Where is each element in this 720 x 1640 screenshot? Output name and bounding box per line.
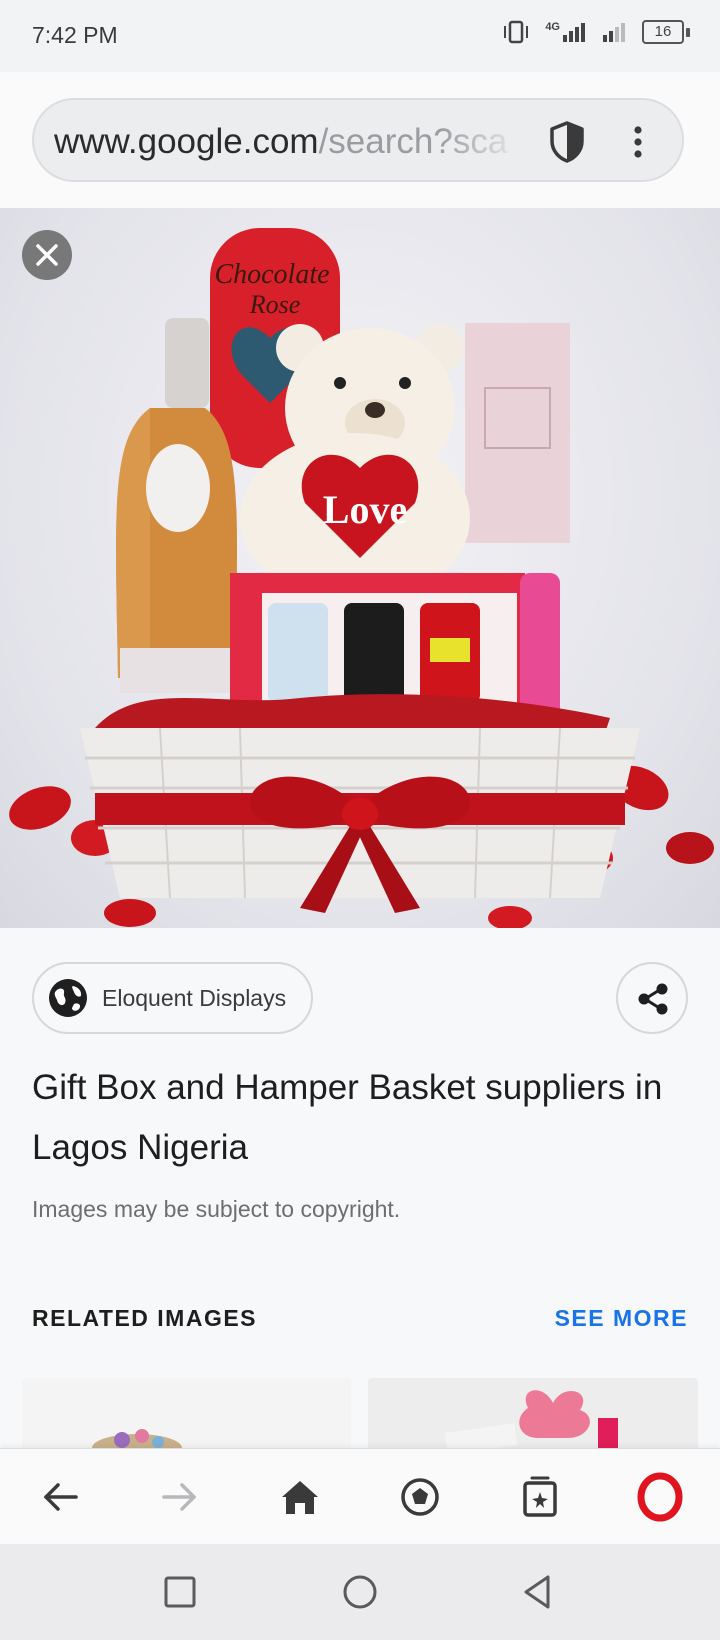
more-vert-icon[interactable] [626,124,650,160]
image-preview[interactable]: Chocolate Rose Love [0,208,720,928]
opera-menu-icon[interactable] [632,1469,688,1525]
related-image-thumbnail[interactable] [368,1378,698,1450]
shield-icon[interactable] [548,120,586,164]
url-path: /search?sca [318,122,508,161]
see-more-link[interactable]: SEE MORE [555,1305,688,1332]
related-image-2 [444,1390,618,1450]
close-icon [36,244,58,266]
browser-bottom-bar [0,1448,720,1545]
related-images-heading: RELATED IMAGES [32,1305,258,1331]
image-title[interactable]: Gift Box and Hamper Basket suppliers in … [32,1058,692,1178]
share-button[interactable] [616,962,688,1034]
close-button[interactable] [22,230,72,280]
back-icon[interactable] [32,1469,88,1525]
url-host: www.google.com [54,122,319,161]
status-time: 7:42 PM [32,22,118,48]
battery-level: 16 [642,20,684,44]
related-image-1 [92,1429,182,1450]
recents-icon[interactable] [160,1572,200,1612]
network-type: 4G [545,21,560,33]
globe-icon [49,979,87,1017]
back-triangle-icon[interactable] [518,1572,558,1612]
battery-icon: 16 [642,20,690,44]
svg-text:Love: Love [323,487,407,532]
home-circle-icon[interactable] [340,1572,380,1612]
vibrate-icon [504,20,529,44]
tabs-icon[interactable] [512,1469,568,1525]
status-bar: 7:42 PM 4G 16 [0,0,720,72]
copyright-note: Images may be subject to copyright. [32,1196,401,1222]
speed-dial-icon[interactable] [392,1469,448,1525]
source-chip[interactable]: Eloquent Displays [32,962,313,1034]
url-text[interactable]: www.google.com/search?sca [54,122,524,162]
svg-text:Rose: Rose [249,290,301,319]
home-icon[interactable] [272,1469,328,1525]
system-nav-bar [0,1544,720,1640]
url-bar[interactable]: www.google.com/search?sca [32,98,684,182]
battery-tip [686,27,690,37]
forward-icon[interactable] [152,1469,208,1525]
status-icons: 4G 16 [501,20,690,44]
gift-basket-image: Chocolate Rose Love [9,228,714,928]
signal-icon [603,23,625,42]
svg-text:Chocolate: Chocolate [214,259,329,290]
signal-4g-icon: 4G [545,21,588,43]
share-icon [638,983,668,1015]
related-image-thumbnail[interactable] [22,1378,351,1450]
source-label: Eloquent Displays [102,985,287,1011]
browser-toolbar: www.google.com/search?sca [0,72,720,209]
